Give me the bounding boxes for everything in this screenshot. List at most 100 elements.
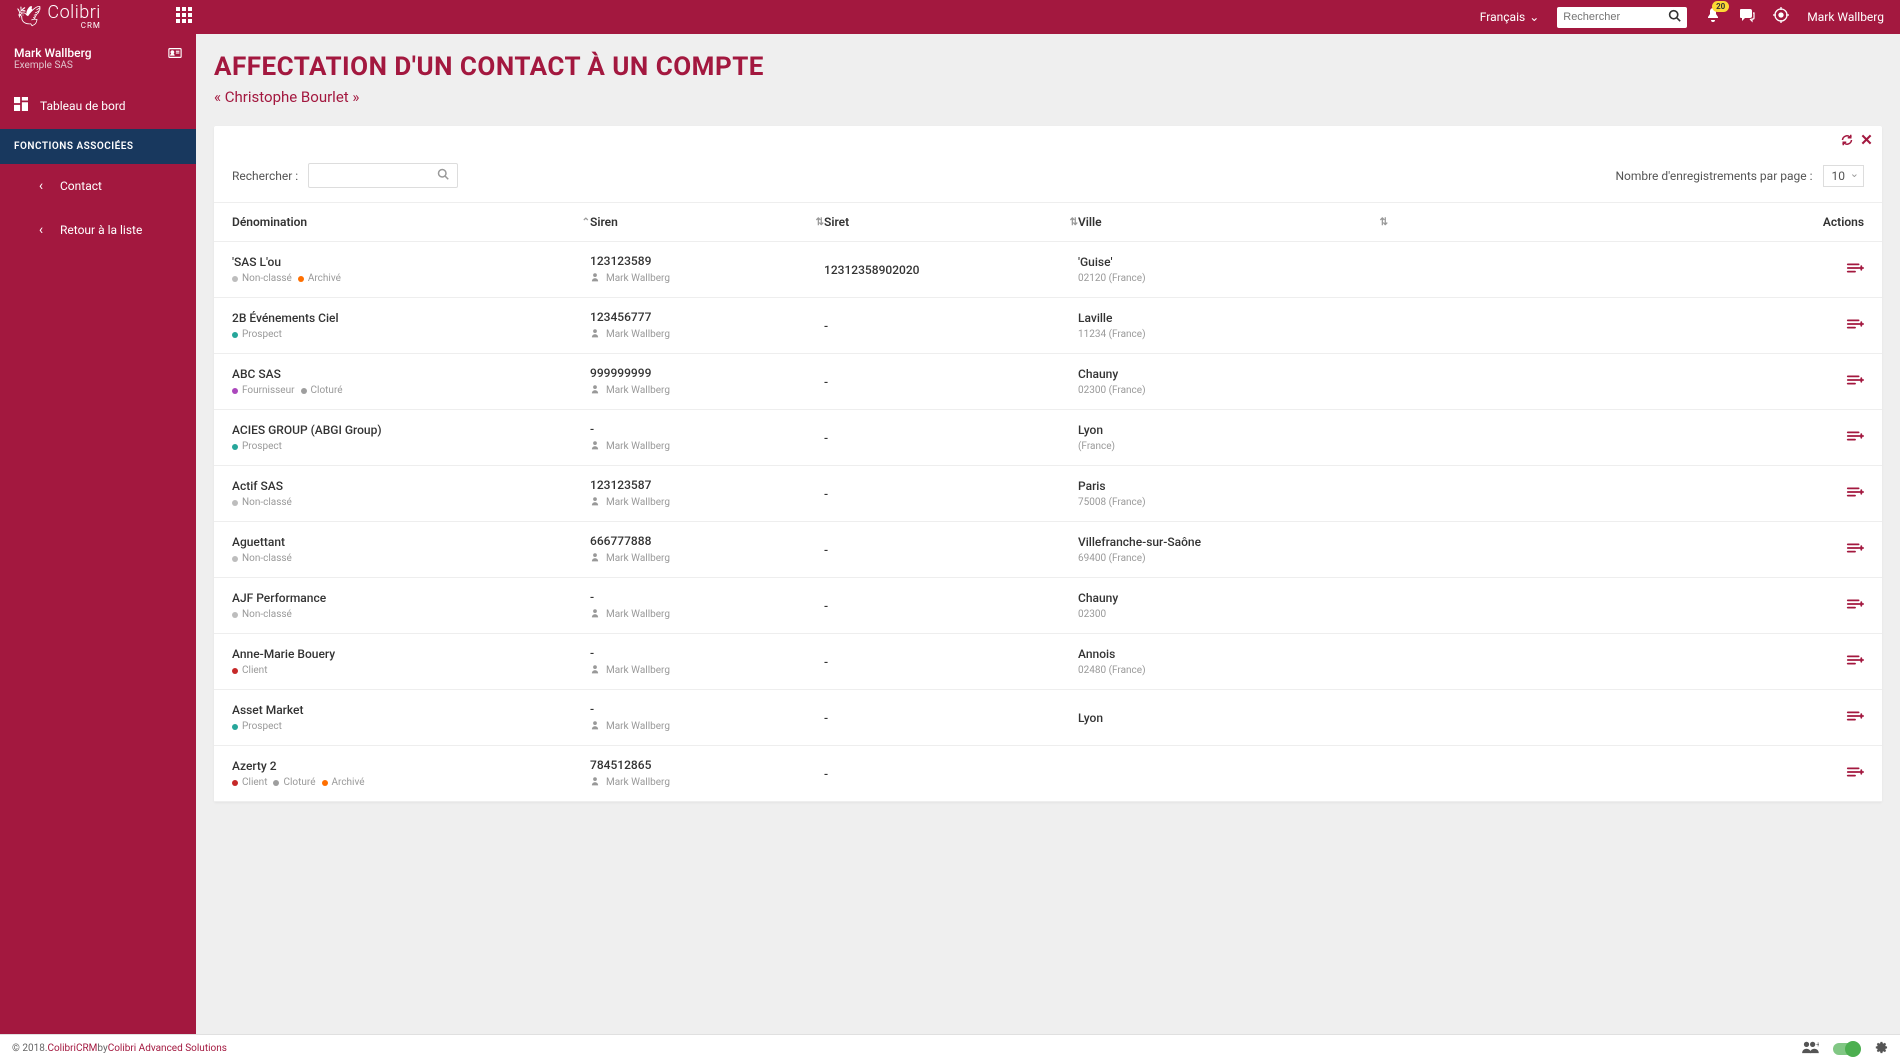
city-sub: 69400 (France) bbox=[1078, 553, 1388, 564]
city-sub: 02480 (France) bbox=[1078, 665, 1388, 676]
tag: Cloturé bbox=[301, 385, 343, 396]
sort-icon: ⇅ bbox=[1380, 217, 1388, 228]
table-row[interactable]: ABC SASFournisseurCloturé999999999Mark W… bbox=[214, 354, 1882, 410]
siret-value: - bbox=[824, 655, 1078, 669]
footer: © 2018. ColibriCRM by Colibri Advanced S… bbox=[0, 1034, 1900, 1062]
row-actions-button[interactable] bbox=[1388, 316, 1864, 335]
table-search[interactable] bbox=[308, 163, 458, 188]
city-sub: (France) bbox=[1078, 441, 1388, 452]
account-tags: Prospect bbox=[232, 441, 590, 452]
sidebar-dashboard[interactable]: Tableau de bord bbox=[0, 83, 196, 129]
city-value: Lyon bbox=[1078, 711, 1388, 725]
account-tags: Client bbox=[232, 665, 590, 676]
row-actions-button[interactable] bbox=[1388, 484, 1864, 503]
city-value: Laville bbox=[1078, 311, 1388, 325]
row-actions-button[interactable] bbox=[1388, 540, 1864, 559]
owner: Mark Wallberg bbox=[590, 328, 824, 341]
table-body: 'SAS L'ouNon-classéArchivé123123589Mark … bbox=[214, 242, 1882, 802]
owner: Mark Wallberg bbox=[590, 440, 824, 453]
col-siret[interactable]: Siret ⇅ bbox=[824, 215, 1078, 229]
row-actions-button[interactable] bbox=[1388, 596, 1864, 615]
search-input[interactable] bbox=[1563, 11, 1668, 23]
city-sub: 11234 (France) bbox=[1078, 329, 1388, 340]
page-subtitle: « Christophe Bourlet » bbox=[214, 88, 1882, 106]
help-icon[interactable] bbox=[1773, 7, 1789, 27]
status-toggle[interactable] bbox=[1833, 1043, 1859, 1055]
footer-brand-link[interactable]: ColibriCRM bbox=[47, 1043, 97, 1054]
tag: Client bbox=[232, 777, 267, 788]
account-name: Actif SAS bbox=[232, 479, 590, 493]
table-row[interactable]: Asset MarketProspect-Mark Wallberg-Lyon bbox=[214, 690, 1882, 746]
table-header: Dénomination ⌃ Siren ⇅ Siret ⇅ Ville ⇅ A… bbox=[214, 202, 1882, 242]
gear-icon[interactable] bbox=[1873, 1039, 1888, 1058]
tag: Non-classé bbox=[232, 497, 292, 508]
sort-icon: ⇅ bbox=[1070, 217, 1078, 228]
row-actions-button[interactable] bbox=[1388, 708, 1864, 727]
search-icon[interactable] bbox=[437, 168, 449, 183]
siret-value: 12312358902020 bbox=[824, 263, 1078, 277]
table-row[interactable]: 2B Événements CielProspect123456777Mark … bbox=[214, 298, 1882, 354]
table-row[interactable]: ACIES GROUP (ABGI Group)Prospect-Mark Wa… bbox=[214, 410, 1882, 466]
tag: Non-classé bbox=[232, 609, 292, 620]
owner: Mark Wallberg bbox=[590, 720, 824, 733]
search-icon[interactable] bbox=[1668, 9, 1681, 26]
owner: Mark Wallberg bbox=[590, 776, 824, 789]
siren-value: 123123587 bbox=[590, 478, 824, 492]
dot-icon bbox=[232, 556, 238, 562]
table-search-input[interactable] bbox=[317, 169, 437, 183]
apps-grid-icon[interactable] bbox=[176, 7, 192, 27]
table-row[interactable]: Azerty 2ClientCloturéArchivé784512865Mar… bbox=[214, 746, 1882, 802]
logo[interactable]: 🕊 Colibri CRM bbox=[16, 4, 156, 30]
tag: Prospect bbox=[232, 441, 282, 452]
refresh-icon[interactable] bbox=[1841, 134, 1853, 149]
footer-company-link[interactable]: Colibri Advanced Solutions bbox=[108, 1043, 227, 1054]
row-actions-button[interactable] bbox=[1388, 764, 1864, 783]
table-row[interactable]: AguettantNon-classé666777888Mark Wallber… bbox=[214, 522, 1882, 578]
tag: Cloturé bbox=[273, 777, 315, 788]
row-actions-button[interactable] bbox=[1388, 428, 1864, 447]
owner: Mark Wallberg bbox=[590, 496, 824, 509]
table-row[interactable]: Anne-Marie BoueryClient-Mark Wallberg-An… bbox=[214, 634, 1882, 690]
city-value: Chauny bbox=[1078, 367, 1388, 381]
sidebar-section-functions: FONCTIONS ASSOCIÉES bbox=[0, 129, 196, 164]
notifications-button[interactable]: 20 bbox=[1705, 7, 1721, 27]
close-icon[interactable] bbox=[1861, 134, 1872, 149]
owner: Mark Wallberg bbox=[590, 272, 824, 285]
col-ville[interactable]: Ville ⇅ bbox=[1078, 215, 1388, 229]
footer-copyright: © 2018. bbox=[12, 1043, 47, 1054]
users-icon[interactable]: + bbox=[1801, 1040, 1819, 1058]
person-icon bbox=[590, 440, 600, 453]
chevron-down-icon: ⌄ bbox=[1529, 10, 1539, 24]
page-size-select[interactable]: 10 bbox=[1823, 165, 1865, 187]
language-selector[interactable]: Français ⌄ bbox=[1480, 10, 1539, 24]
row-actions-button[interactable] bbox=[1388, 652, 1864, 671]
city-sub: 02300 (France) bbox=[1078, 385, 1388, 396]
owner: Mark Wallberg bbox=[590, 384, 824, 397]
siren-value: - bbox=[590, 590, 824, 604]
table-row[interactable]: AJF PerformanceNon-classé-Mark Wallberg-… bbox=[214, 578, 1882, 634]
siren-value: - bbox=[590, 702, 824, 716]
tag: Archivé bbox=[298, 273, 341, 284]
account-name: AJF Performance bbox=[232, 591, 590, 605]
user-menu[interactable]: Mark Wallberg bbox=[1807, 10, 1884, 24]
tag: Non-classé bbox=[232, 553, 292, 564]
col-siren[interactable]: Siren ⇅ bbox=[590, 215, 824, 229]
contact-card-icon[interactable] bbox=[168, 46, 182, 64]
sidebar-contact[interactable]: ‹ Contact bbox=[0, 164, 196, 208]
chat-icon[interactable] bbox=[1739, 7, 1755, 27]
accounts-panel: Rechercher : Nombre d'enregistrements pa… bbox=[214, 126, 1882, 802]
siren-value: 123456777 bbox=[590, 310, 824, 324]
siren-value: 666777888 bbox=[590, 534, 824, 548]
account-name: ACIES GROUP (ABGI Group) bbox=[232, 423, 590, 437]
global-search[interactable] bbox=[1557, 7, 1687, 28]
table-row[interactable]: 'SAS L'ouNon-classéArchivé123123589Mark … bbox=[214, 242, 1882, 298]
row-actions-button[interactable] bbox=[1388, 260, 1864, 279]
sidebar-return[interactable]: ‹ Retour à la liste bbox=[0, 208, 196, 252]
col-denomination[interactable]: Dénomination ⌃ bbox=[232, 215, 590, 229]
dot-icon bbox=[232, 780, 238, 786]
row-actions-button[interactable] bbox=[1388, 372, 1864, 391]
table-row[interactable]: Actif SAS Non-classé 123123587 Mark Wallber… bbox=[214, 466, 1882, 522]
person-icon bbox=[590, 328, 600, 341]
person-icon bbox=[590, 272, 600, 285]
siret-value: - bbox=[824, 375, 1078, 389]
